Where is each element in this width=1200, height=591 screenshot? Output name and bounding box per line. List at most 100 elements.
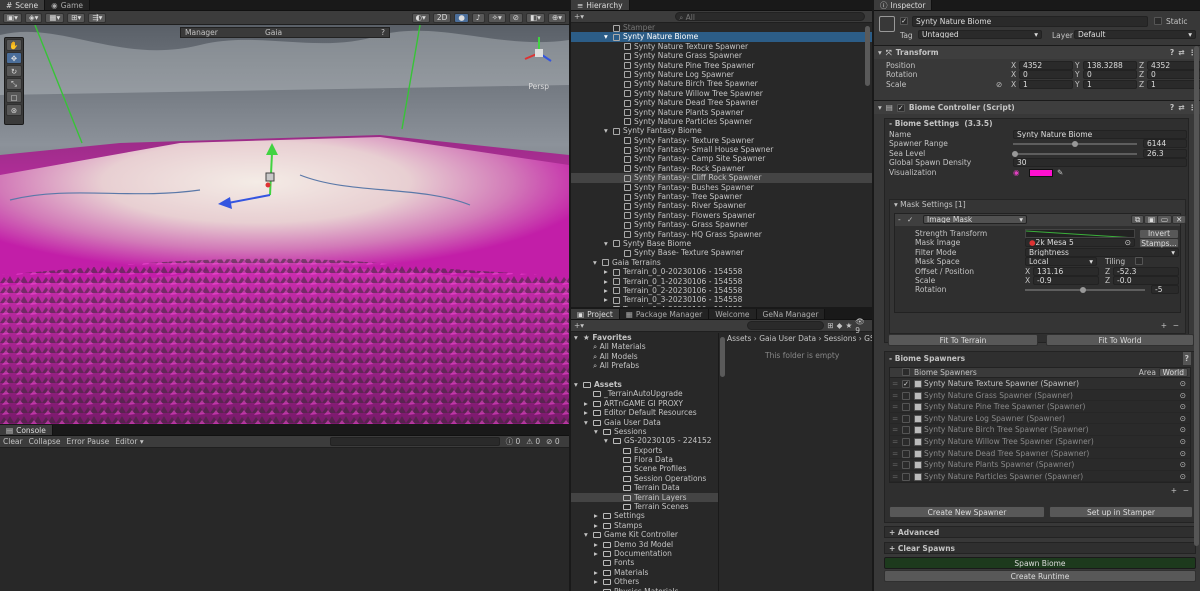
mask-type-dropdown[interactable]: Image Mask ▾ xyxy=(923,215,1027,224)
hierarchy-item[interactable]: Synty Nature Dead Tree Spawner xyxy=(571,98,872,107)
fold-arrow-icon[interactable]: ▸ xyxy=(594,549,603,558)
hierarchy-search-input[interactable]: ⌕ All xyxy=(675,12,866,22)
hierarchy-item[interactable]: Synty Nature Grass Spawner xyxy=(571,51,872,60)
drag-handle-icon[interactable]: = xyxy=(892,390,898,402)
info-count[interactable]: ⓘ 0 xyxy=(506,436,521,447)
audio-toggle[interactable]: ♪ xyxy=(471,12,485,23)
hierarchy-item[interactable]: Synty Nature Birch Tree Spawner xyxy=(571,79,872,88)
spawner-enabled-checkbox[interactable]: ✓ xyxy=(902,380,910,388)
fold-arrow-icon[interactable]: ▾ xyxy=(574,333,583,342)
object-name-field[interactable]: Synty Nature Biome xyxy=(912,16,1148,27)
remove-spawner-icon[interactable]: − xyxy=(1183,486,1189,495)
rotation-field[interactable]: -5 xyxy=(1151,285,1179,295)
slider-knob[interactable] xyxy=(1012,150,1019,157)
spawn-biome-button[interactable]: Spawn Biome xyxy=(884,557,1196,569)
preset-icon[interactable]: ⇄ xyxy=(1178,48,1184,57)
set-up-in-stamper-button[interactable]: Set up in Stamper xyxy=(1049,506,1193,518)
persp-label[interactable]: Persp xyxy=(528,82,549,91)
hierarchy-item[interactable]: Synty Fantasy- Small House Spawner xyxy=(571,145,872,154)
hierarchy-item[interactable]: Synty Nature Particles Spawner xyxy=(571,117,872,126)
snap-button[interactable]: ⊞▾ xyxy=(67,12,86,23)
visualization-color-swatch[interactable] xyxy=(1029,168,1053,177)
transform-y-field[interactable]: 0 xyxy=(1083,70,1137,80)
object-picker-icon[interactable]: ⊙ xyxy=(1180,448,1186,460)
spawner-enabled-checkbox[interactable] xyxy=(902,461,910,470)
tab-gena-manager[interactable]: GeNa Manager xyxy=(756,309,826,319)
transform-x-field[interactable]: 0 xyxy=(1019,70,1073,80)
drag-handle-icon[interactable]: = xyxy=(892,401,898,413)
help-icon[interactable]: ? xyxy=(1182,352,1191,365)
fold-arrow-icon[interactable]: ▸ xyxy=(594,521,603,530)
object-picker-icon[interactable]: ⊙ xyxy=(1180,401,1186,413)
hierarchy-scrollbar[interactable] xyxy=(865,26,870,86)
hierarchy-item[interactable]: Synty Nature Texture Spawner xyxy=(571,42,872,51)
hierarchy-item[interactable]: Synty Fantasy- HQ Grass Spawner xyxy=(571,230,872,239)
hierarchy-item[interactable]: Synty Base- Texture Spawner xyxy=(571,248,872,257)
grid-button[interactable]: ▦▾ xyxy=(45,12,65,23)
create-runtime-button[interactable]: Create Runtime xyxy=(884,570,1196,582)
fold-arrow-icon[interactable]: ▾ xyxy=(594,427,603,436)
spawner-list-item[interactable]: = Synty Nature Grass Spawner (Spawner) ⊙ xyxy=(890,389,1190,402)
drag-handle-icon[interactable]: = xyxy=(892,459,898,471)
gizmos-button[interactable]: ⊕▾ xyxy=(547,12,566,23)
scale-x-field[interactable]: -0.9 xyxy=(1033,275,1099,285)
spawner-enabled-checkbox[interactable] xyxy=(902,472,910,481)
hierarchy-item[interactable]: ▸ Terrain_0_0-20230106 - 154558 xyxy=(571,267,872,276)
clear-button[interactable]: Clear xyxy=(3,437,23,446)
constrain-proportions-icon[interactable]: ⊘ xyxy=(996,80,1002,89)
slider-knob[interactable] xyxy=(1079,287,1086,294)
tab-project[interactable]: ▣ Project xyxy=(571,309,620,319)
hierarchy-item[interactable]: Synty Fantasy- Rock Spawner xyxy=(571,164,872,173)
spawner-enabled-checkbox[interactable] xyxy=(902,391,910,400)
label-icon[interactable]: ◆ xyxy=(837,321,843,330)
transform-z-field[interactable]: 4352 xyxy=(1147,61,1200,70)
spawner-range-slider[interactable] xyxy=(1013,141,1137,148)
fold-arrow-icon[interactable]: ▸ xyxy=(604,295,613,304)
camera-button[interactable]: ◧▾ xyxy=(526,12,545,23)
error-pause-button[interactable]: Error Pause xyxy=(67,437,110,446)
check-icon[interactable]: ✓ xyxy=(907,215,913,224)
object-picker-icon[interactable]: ⊙ xyxy=(1180,459,1186,471)
star-icon[interactable]: ★ xyxy=(845,321,852,330)
fold-arrow-icon[interactable]: ▸ xyxy=(604,277,613,286)
spawner-list-item[interactable]: = Synty Nature Plants Spawner (Spawner) ⊙ xyxy=(890,459,1190,471)
editor-dropdown[interactable]: Editor ▾ xyxy=(115,437,143,446)
biome-controller-header[interactable]: ▾ ▤ ✓ Biome Controller (Script) ? ⇄ ⋮ xyxy=(874,100,1200,114)
mask-image-field[interactable]: ●2k Mesa 5 ⊙ xyxy=(1025,238,1135,248)
gaia-overlay-bar[interactable]: Manager Gaia ? xyxy=(180,27,390,38)
hierarchy-item[interactable]: ▾ Synty Fantasy Biome xyxy=(571,126,872,135)
fold-arrow-icon[interactable]: ▾ xyxy=(604,32,613,41)
mask-space-dropdown[interactable]: Local ▾ xyxy=(1025,257,1097,267)
spawner-enabled-checkbox[interactable] xyxy=(902,437,910,446)
spawner-enabled-checkbox[interactable] xyxy=(902,414,910,423)
fit-to-terrain-button[interactable]: Fit To Terrain xyxy=(888,334,1038,346)
hierarchy-item[interactable]: Synty Fantasy- River Spawner xyxy=(571,201,872,210)
project-folder[interactable]: Session Operations xyxy=(571,474,718,483)
biome-settings-header[interactable]: - Biome Settings (3.3.5) xyxy=(885,119,1188,130)
advanced-section[interactable]: + Advanced xyxy=(884,526,1196,538)
area-world-button[interactable]: World xyxy=(1158,368,1188,377)
transform-header[interactable]: ▾ ⤧ Transform ? ⇄ ⋮ xyxy=(874,45,1200,59)
project-folder[interactable]: ▸ Documentation xyxy=(571,549,718,558)
remove-mask-icon[interactable]: − xyxy=(1173,321,1179,330)
fold-arrow-icon[interactable]: ▸ xyxy=(604,305,613,307)
fold-arrow-icon[interactable]: ▸ xyxy=(604,267,613,276)
tag-dropdown[interactable]: Untagged ▾ xyxy=(918,30,1042,39)
shading-button[interactable]: ◈▾ xyxy=(24,12,43,23)
transform-x-field[interactable]: 4352 xyxy=(1019,61,1073,70)
project-folder[interactable]: ▾ GS-20230105 - 224152 xyxy=(571,436,718,445)
add-spawner-icon[interactable]: + xyxy=(1171,486,1177,495)
scale-tool-icon[interactable]: ⤡ xyxy=(6,78,22,90)
rotation-slider[interactable] xyxy=(1025,287,1145,294)
object-picker-icon[interactable]: ⊙ xyxy=(1125,239,1131,246)
project-folder[interactable]: Scene Profiles xyxy=(571,464,718,473)
remove-icon[interactable]: ▭ xyxy=(1157,215,1173,224)
transform-tool-icon[interactable]: ⊛ xyxy=(6,104,22,116)
fold-arrow-icon[interactable]: ▸ xyxy=(584,408,593,417)
tab-package-manager[interactable]: ▦ Package Manager xyxy=(619,309,710,319)
project-folder[interactable]: ▸ Stamps xyxy=(571,521,718,530)
spawner-list-item[interactable]: = Synty Nature Birch Tree Spawner (Spawne… xyxy=(890,424,1190,436)
hierarchy-item[interactable]: Stamper xyxy=(571,23,872,32)
fold-arrow-icon[interactable]: ▸ xyxy=(594,511,603,520)
spawner-list-item[interactable]: = Synty Nature Particles Spawner (Spawner… xyxy=(890,470,1190,483)
